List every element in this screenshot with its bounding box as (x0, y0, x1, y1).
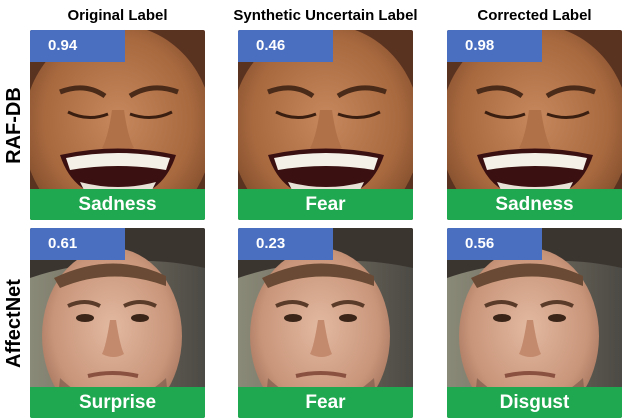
emotion-label: Sadness (447, 189, 622, 220)
emotion-label: Sadness (30, 189, 205, 220)
confidence-score: 0.23 (238, 228, 333, 260)
column-header-synthetic: Synthetic Uncertain Label (233, 7, 418, 24)
face-tile-rafdb-synthetic: 0.46 Fear (238, 30, 413, 220)
row-label-rafdb-text: RAF-DB (2, 86, 25, 164)
confidence-score: 0.46 (238, 30, 333, 62)
column-header-original: Original Label (67, 7, 168, 24)
face-tile-affectnet-corrected: 0.56 Disgust (447, 228, 622, 418)
face-tile-rafdb-original: 0.94 Sadness (30, 30, 205, 220)
row-label-rafdb: RAF-DB (0, 30, 28, 220)
emotion-label: Fear (238, 189, 413, 220)
row-label-affectnet: AffectNet (0, 228, 28, 418)
emotion-label: Disgust (447, 387, 622, 418)
face-tile-rafdb-corrected: 0.98 Sadness (447, 30, 622, 220)
row-label-affectnet-text: AffectNet (2, 278, 25, 368)
emotion-label: Surprise (30, 387, 205, 418)
face-tile-affectnet-synthetic: 0.23 Fear (238, 228, 413, 418)
confidence-score: 0.61 (30, 228, 125, 260)
emotion-label: Fear (238, 387, 413, 418)
confidence-score: 0.94 (30, 30, 125, 62)
confidence-score: 0.98 (447, 30, 542, 62)
confidence-score: 0.56 (447, 228, 542, 260)
face-tile-affectnet-original: 0.61 Surprise (30, 228, 205, 418)
column-header-corrected: Corrected Label (477, 7, 592, 24)
